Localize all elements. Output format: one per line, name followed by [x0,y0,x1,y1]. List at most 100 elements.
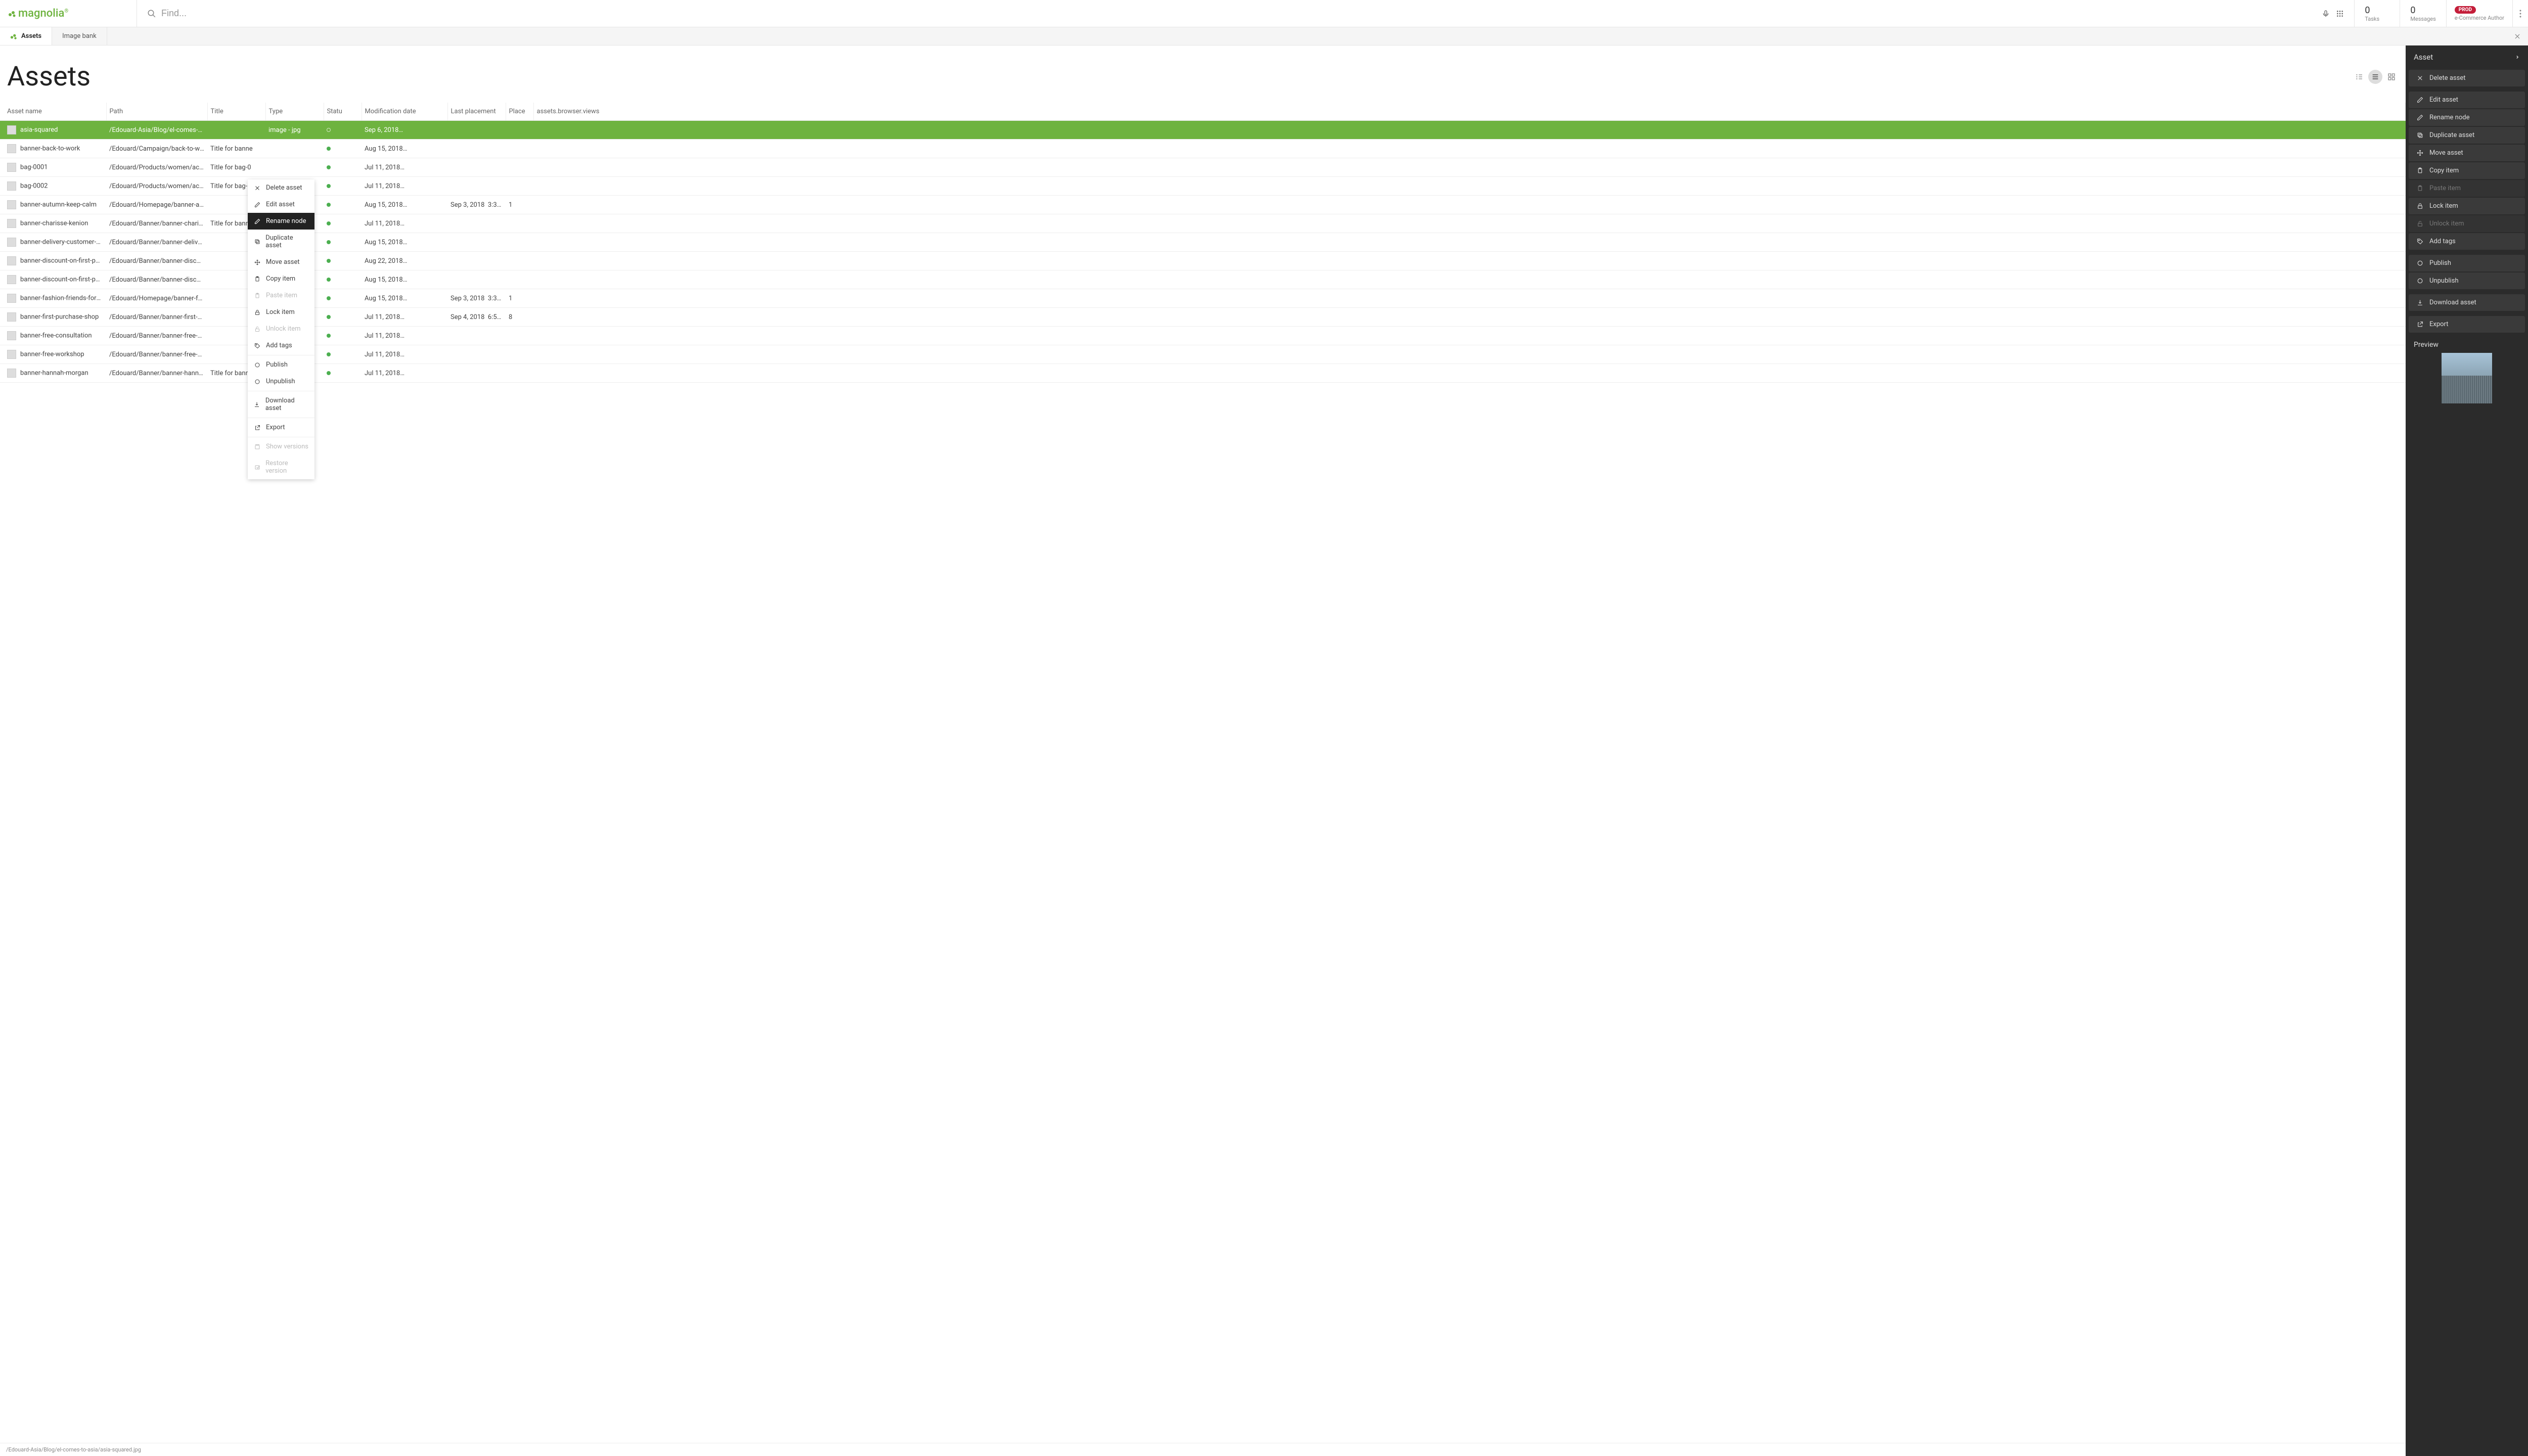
preview-thumbnail[interactable] [2442,353,2492,403]
apps-grid-icon[interactable] [2336,10,2344,18]
cell-mod: Jul 11, 20188:17 AM [362,364,447,383]
tab-image bank[interactable]: Image bank [52,27,107,45]
cell-mod: Jul 11, 20188:17 AM [362,327,447,345]
close-app-icon[interactable] [2514,33,2521,40]
cell-last [447,345,506,364]
panel-lock item[interactable]: Lock item [2409,198,2525,214]
panel-export[interactable]: Export [2409,316,2525,333]
ctx-export[interactable]: Export [248,419,314,436]
magnolia-logo[interactable]: magnolia® [8,7,68,20]
ctx-add tags[interactable]: Add tags [248,337,314,354]
cell-last [447,327,506,345]
panel-action-label: Lock item [2429,202,2458,210]
list-view-button[interactable] [2368,70,2382,84]
thumbnail-icon [7,238,16,247]
ctx-duplicate asset[interactable]: Duplicate asset [248,230,314,254]
col-header-place[interactable]: Place [506,103,533,121]
cell-path: /Edouard/Banner/banner-delivery-custor [106,233,207,252]
messages-indicator[interactable]: 0 Messages [2400,0,2446,27]
panel-duplicate asset[interactable]: Duplicate asset [2409,127,2525,144]
panel-unpublish[interactable]: Unpublish [2409,272,2525,289]
cell-mod: Jul 11, 20188:17 AM [362,214,447,233]
ctx-label: Export [266,424,285,431]
tree-view-button[interactable] [2352,70,2366,84]
col-header-title[interactable]: Title [207,103,265,121]
panel-edit asset[interactable]: Edit asset [2409,92,2525,108]
panel-action-label: Edit asset [2429,96,2458,104]
table-row[interactable]: banner-discount-on-first-purchase /Edoua… [0,252,2406,270]
cell-views [533,177,2406,196]
col-header-type[interactable]: Type [265,103,324,121]
assets-tab-icon [10,33,17,40]
col-header-status[interactable]: Statu [324,103,362,121]
table-row[interactable]: banner-fashion-friends-forever /Edouard/… [0,289,2406,308]
col-header-mod[interactable]: Modification date [362,103,447,121]
cell-place [506,214,533,233]
cell-path: /Edouard/Banner/banner-hannah-morga [106,364,207,383]
ctx-rename node[interactable]: Rename node [248,213,314,230]
table-row[interactable]: banner-first-purchase-shop /Edouard/Bann… [0,308,2406,327]
cell-views [533,270,2406,289]
header-menu-icon[interactable] [2513,0,2528,27]
table-row[interactable]: banner-autumn-keep-calm /Edouard/Homepag… [0,196,2406,214]
panel-publish[interactable]: Publish [2409,255,2525,271]
panel-download asset[interactable]: Download asset [2409,294,2525,311]
col-header-name[interactable]: Asset name [0,103,106,121]
search-icon [147,9,156,18]
panel-move asset[interactable]: Move asset [2409,145,2525,161]
tab-assets[interactable]: Assets [0,27,52,45]
panel-add tags[interactable]: Add tags [2409,233,2525,250]
grid-view-button[interactable] [2384,70,2399,84]
ctx-label: Delete asset [266,184,302,192]
ctx-move asset[interactable]: Move asset [248,254,314,270]
panel-rename node[interactable]: Rename node [2409,109,2525,126]
move-icon [2417,150,2423,156]
col-header-path[interactable]: Path [106,103,207,121]
ctx-lock item[interactable]: Lock item [248,304,314,321]
table-row[interactable]: asia-squared /Edouard-Asia/Blog/el-comes… [0,121,2406,140]
ctx-publish[interactable]: Publish [248,356,314,373]
table-row[interactable]: banner-back-to-work /Edouard/Campaign/ba… [0,140,2406,158]
cell-place: 1 [506,196,533,214]
ctx-delete asset[interactable]: Delete asset [248,179,314,196]
pencil-icon [254,218,261,224]
cell-status [324,214,362,233]
ctx-copy item[interactable]: Copy item [248,270,314,287]
export-icon [254,425,261,431]
ctx-label: Lock item [266,308,295,316]
panel-delete asset[interactable]: Delete asset [2409,70,2525,86]
ctx-download asset[interactable]: Download asset [248,392,314,417]
table-row[interactable]: banner-charisse-kenion /Edouard/Banner/b… [0,214,2406,233]
user-info[interactable]: PROD e-Commerce Author [2447,0,2513,27]
tasks-label: Tasks [2365,16,2389,22]
panel-action-label: Publish [2429,259,2451,267]
ctx-edit asset[interactable]: Edit asset [248,196,314,213]
panel-copy item[interactable]: Copy item [2409,162,2525,179]
col-header-last[interactable]: Last placement [447,103,506,121]
cell-path: /Edouard/Homepage/banner-fashion-frie [106,289,207,308]
messages-label: Messages [2410,16,2435,22]
col-header-views[interactable]: assets.browser.views [533,103,2406,121]
table-row[interactable]: banner-free-consultation /Edouard/Banner… [0,327,2406,345]
table-row[interactable]: banner-hannah-morgan /Edouard/Banner/ban… [0,364,2406,383]
table-row[interactable]: banner-free-workshop /Edouard/Banner/ban… [0,345,2406,364]
panel-gap [2406,312,2528,315]
ctx-unpublish[interactable]: Unpublish [248,373,314,390]
table-row[interactable]: banner-discount-on-first-purchase /Edoua… [0,270,2406,289]
table-row[interactable]: bag-0002 /Edouard/Products/women/accesso… [0,177,2406,196]
cell-name: banner-free-consultation [20,332,92,339]
tasks-indicator[interactable]: 0 Tasks [2355,0,2400,27]
cell-path: /Edouard/Products/women/accessories [106,177,207,196]
cell-path: /Edouard/Banner/banner-free-workshop [106,345,207,364]
panel-action-label: Delete asset [2429,74,2466,82]
search-input[interactable] [161,8,2316,19]
panel-action-label: Copy item [2429,167,2459,174]
thumbnail-icon [7,144,16,153]
cell-place [506,233,533,252]
panel-action-label: Rename node [2429,114,2470,121]
table-row[interactable]: bag-0001 /Edouard/Products/women/accesso… [0,158,2406,177]
voice-search-icon[interactable] [2322,10,2330,18]
cell-name: bag-0001 [20,163,48,171]
panel-expand-icon[interactable] [2515,55,2520,60]
table-row[interactable]: banner-delivery-customer-with-ca /Edouar… [0,233,2406,252]
